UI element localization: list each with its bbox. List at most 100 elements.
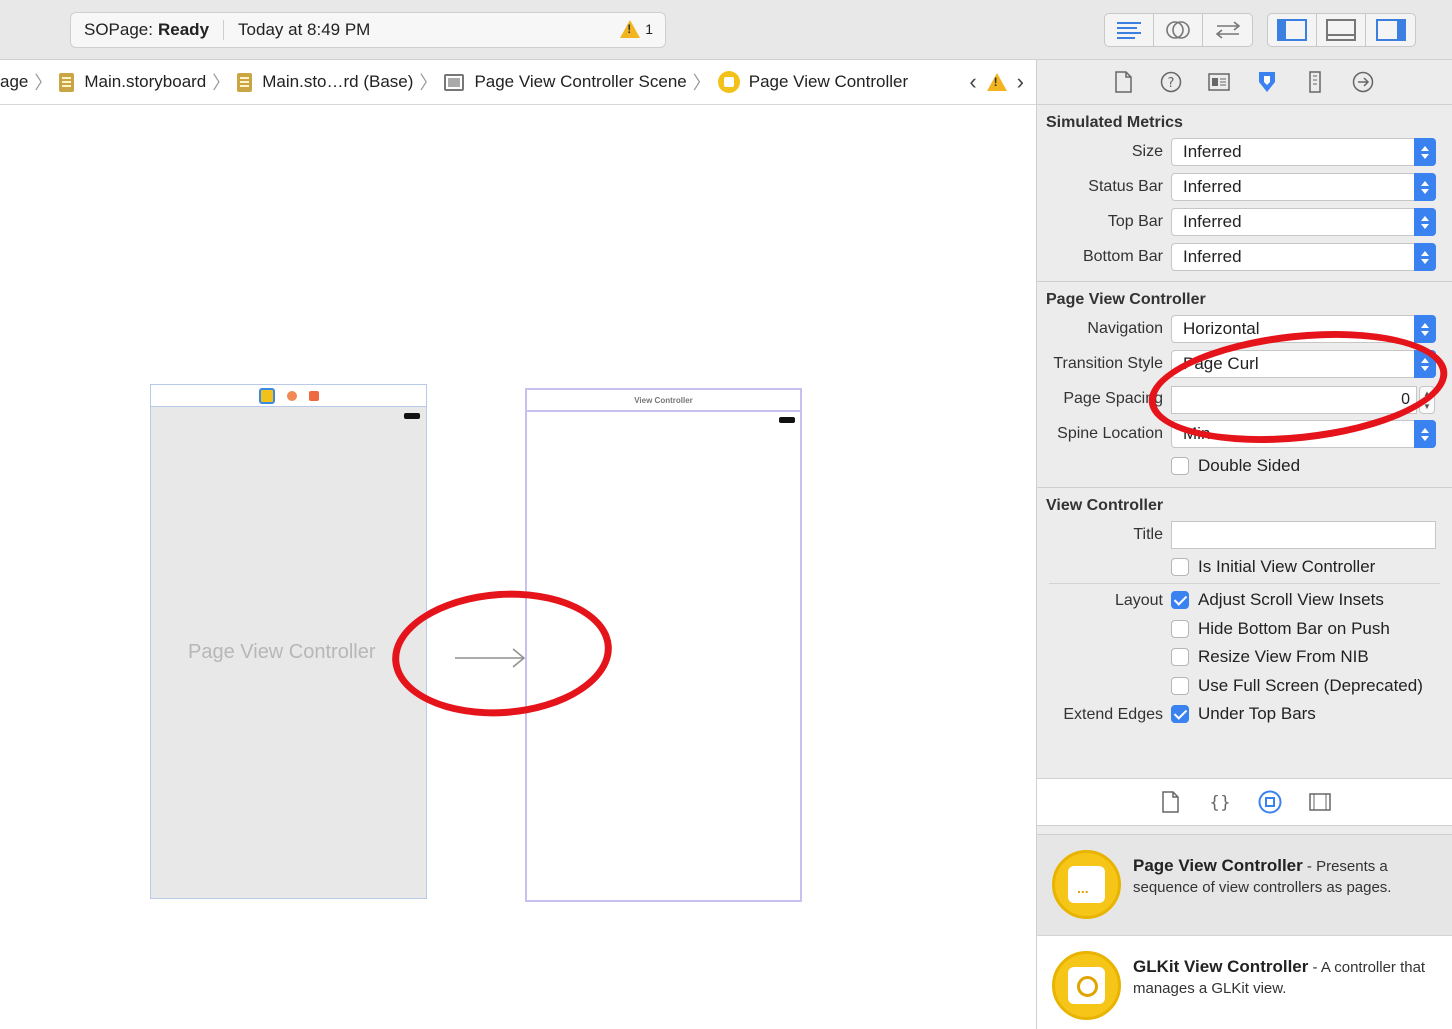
library-item[interactable]: GLKit View Controller - A controller tha…	[1037, 936, 1452, 1029]
toggle-navigator-button[interactable]	[1268, 14, 1317, 46]
popup-arrows-icon	[1414, 173, 1436, 201]
file-template-library-tab[interactable]	[1158, 790, 1182, 814]
navigator-panel-icon	[1277, 19, 1307, 41]
braces-icon: {}	[1209, 793, 1231, 813]
identity-icon	[1208, 73, 1230, 91]
code-snippet-library-tab[interactable]: {}	[1208, 790, 1232, 814]
page-view-controller-scene[interactable]: Page View Controller	[150, 384, 427, 899]
project-name: SOPage:	[84, 20, 153, 39]
popup-arrows-icon	[1414, 208, 1436, 236]
connections-inspector-tab[interactable]	[1351, 70, 1375, 94]
full-screen-checkbox[interactable]	[1171, 676, 1189, 695]
file-inspector-tab[interactable]	[1111, 70, 1135, 94]
spine-location-label: Spine Location	[1057, 425, 1163, 442]
section-title: Simulated Metrics	[1046, 114, 1183, 131]
initial-view-controller-label: Is Initial View Controller	[1198, 556, 1376, 576]
size-inspector-tab[interactable]	[1303, 70, 1327, 94]
title-field[interactable]	[1171, 520, 1436, 549]
breadcrumb-project[interactable]: age 〉	[0, 69, 59, 95]
battery-icon	[404, 413, 420, 419]
previous-issue-button[interactable]: ‹	[969, 69, 976, 95]
under-top-bars-checkbox[interactable]	[1171, 705, 1189, 723]
title-row: Title	[1037, 518, 1452, 553]
chevron-right-icon: 〉	[212, 73, 231, 93]
chevron-right-icon: 〉	[692, 73, 711, 93]
size-row: Size Inferred	[1037, 135, 1452, 170]
hide-bottom-bar-checkbox[interactable]	[1171, 619, 1189, 638]
adjust-scroll-insets-checkbox[interactable]	[1171, 591, 1189, 609]
first-responder-icon[interactable]	[286, 390, 297, 401]
standard-editor-icon	[1117, 22, 1141, 39]
scene-placeholder-label: Page View Controller	[188, 641, 376, 663]
full-screen-label: Use Full Screen (Deprecated)	[1198, 675, 1423, 695]
resize-from-nib-checkbox[interactable]	[1171, 648, 1189, 666]
resize-from-nib-label: Resize View From NIB	[1198, 647, 1369, 666]
extend-edges-row: Extend Edges Under Top Bars	[1037, 700, 1452, 729]
bottom-bar-label: Bottom Bar	[1082, 248, 1163, 265]
layout-row-3: Use Full Screen (Deprecated)	[1037, 672, 1452, 701]
breadcrumb-storyboard[interactable]: Main.storyboard 〉	[59, 69, 237, 95]
layout-label: Layout	[1114, 592, 1163, 609]
layout-row-0: Layout Adjust Scroll View Insets	[1037, 586, 1452, 615]
size-popup[interactable]: Inferred	[1171, 138, 1436, 166]
quick-help-tab[interactable]: ?	[1159, 70, 1183, 94]
build-time: Today at 8:49 PM	[238, 20, 371, 39]
popup-arrows-icon	[1414, 138, 1436, 166]
svg-text:?: ?	[1168, 76, 1175, 91]
breadcrumb-controller[interactable]: Page View Controller	[717, 71, 908, 93]
warning-icon	[620, 20, 641, 38]
navigation-label: Navigation	[1087, 320, 1163, 337]
file-icon	[1162, 791, 1179, 813]
object-library-icon	[1258, 790, 1282, 814]
assistant-editor-button[interactable]	[1154, 14, 1203, 46]
svg-text:{}: {}	[1209, 793, 1231, 813]
breadcrumb-label: Page View Controller Scene	[474, 72, 687, 91]
status-bar-popup[interactable]: Inferred	[1171, 173, 1436, 201]
storyboard-canvas[interactable]: Page View Controller View Controller	[0, 106, 1036, 1029]
connections-icon	[1352, 71, 1374, 93]
battery-icon	[779, 417, 795, 423]
library-item[interactable]: Page View Controller - Presents a sequen…	[1037, 835, 1452, 936]
under-top-bars-label: Under Top Bars	[1198, 704, 1316, 723]
top-bar-popup[interactable]: Inferred	[1171, 208, 1436, 236]
breadcrumb-scene[interactable]: Page View Controller Scene 〉	[444, 69, 717, 95]
status-bar-label: Status Bar	[1088, 178, 1163, 195]
layout-row-2: Resize View From NIB	[1037, 643, 1452, 672]
editor-mode-control	[1104, 13, 1253, 47]
extend-edges-label: Extend Edges	[1063, 706, 1163, 723]
toggle-debug-area-button[interactable]	[1317, 14, 1366, 46]
attributes-icon	[1259, 72, 1275, 92]
attributes-inspector-tab[interactable]	[1255, 70, 1279, 94]
warning-indicator[interactable]: 1	[620, 20, 653, 38]
hide-bottom-bar-label: Hide Bottom Bar on Push	[1198, 618, 1390, 638]
breadcrumb-label: age	[0, 72, 29, 91]
toolbar: SOPage: Ready Today at 8:49 PM 1	[0, 0, 1452, 60]
double-sided-checkbox[interactable]	[1171, 457, 1189, 475]
initial-view-controller-checkbox[interactable]	[1171, 557, 1189, 576]
bottom-bar-popup[interactable]: Inferred	[1171, 243, 1436, 271]
help-icon: ?	[1160, 71, 1182, 93]
next-issue-button[interactable]: ›	[1017, 69, 1024, 95]
media-library-tab[interactable]	[1308, 790, 1332, 814]
chevron-right-icon: 〉	[419, 73, 438, 93]
exit-icon[interactable]	[308, 390, 319, 401]
breadcrumb-storyboard-base[interactable]: Main.sto…rd (Base) 〉	[237, 69, 444, 95]
initial-vc-row: Is Initial View Controller	[1037, 553, 1452, 582]
popup-arrows-icon	[1414, 315, 1436, 343]
identity-inspector-tab[interactable]	[1207, 70, 1231, 94]
warning-icon[interactable]	[986, 73, 1007, 91]
inspector-tab-bar: ?	[1037, 60, 1452, 105]
breadcrumb-label: Main.storyboard	[84, 72, 207, 91]
scene-title-bar: View Controller	[527, 390, 800, 412]
popup-value: Inferred	[1183, 247, 1242, 266]
library-item-description: Page View Controller - Presents a sequen…	[1133, 855, 1433, 898]
double-sided-row: Double Sided	[1037, 452, 1452, 481]
toggle-utilities-button[interactable]	[1366, 14, 1415, 46]
section-title: Page View Controller	[1046, 291, 1206, 308]
layout-row-1: Hide Bottom Bar on Push	[1037, 615, 1452, 644]
version-editor-button[interactable]	[1203, 14, 1252, 46]
warning-count: 1	[645, 21, 653, 37]
standard-editor-button[interactable]	[1105, 14, 1154, 46]
view-controller-icon[interactable]	[258, 387, 275, 404]
object-library-tab[interactable]	[1258, 790, 1282, 814]
